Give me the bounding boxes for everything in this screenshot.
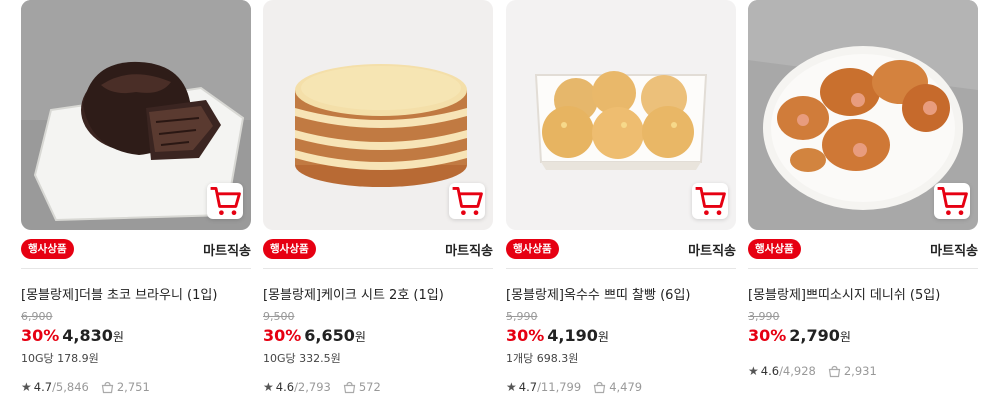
product-name[interactable]: [몽블랑제]더블 초코 브라우니 (1입) (21, 284, 251, 303)
cart-icon (210, 186, 241, 216)
product-card[interactable]: 행사상품 마트직송 [몽블랑제]옥수수 쁘띠 찰빵 (6입) 5,990 30%… (506, 0, 736, 417)
purchase-count: 572 (358, 380, 381, 394)
original-price: 9,500 (263, 310, 295, 323)
star-icon: ★ (506, 380, 517, 394)
price-row: 30% 2,790원 (748, 326, 851, 345)
discount-rate: 30% (263, 326, 302, 345)
currency-unit: 원 (597, 330, 609, 344)
badge-row: 행사상품 마트직송 (748, 237, 978, 263)
event-badge: 행사상품 (263, 239, 316, 259)
purchase-count: 2,931 (843, 364, 877, 378)
badge-row: 행사상품 마트직송 (21, 237, 251, 263)
delivery-label: 마트직송 (688, 244, 736, 259)
event-badge: 행사상품 (748, 239, 801, 259)
add-to-cart-button[interactable] (449, 183, 485, 219)
product-name[interactable]: [몽블랑제]케이크 시트 2호 (1입) (263, 284, 493, 303)
cart-icon (695, 186, 726, 216)
badge-row: 행사상품 마트직송 (263, 237, 493, 263)
discount-rate: 30% (748, 326, 787, 345)
star-icon: ★ (748, 364, 759, 378)
purchase-count: 4,479 (609, 380, 643, 394)
purchase-count-icon (101, 381, 114, 393)
product-stats: ★ 4.7 /5,846 2,751 (21, 380, 150, 394)
cart-icon (452, 186, 483, 216)
product-image-sausage-danish[interactable] (748, 0, 978, 230)
product-name[interactable]: [몽블랑제]쁘띠소시지 데니쉬 (5입) (748, 284, 978, 303)
purchase-count-icon (828, 365, 841, 377)
unit-price: 10G당 178.9원 (21, 352, 99, 365)
sale-price: 2,790 (789, 326, 840, 345)
rating-value: 4.7 (33, 380, 53, 394)
event-badge: 행사상품 (21, 239, 74, 259)
divider (748, 268, 978, 269)
badge-row: 행사상품 마트직송 (506, 237, 736, 263)
product-card[interactable]: 행사상품 마트직송 [몽블랑제]쁘띠소시지 데니쉬 (5입) 3,990 30%… (748, 0, 978, 417)
currency-unit: 원 (112, 330, 124, 344)
divider (263, 268, 493, 269)
purchase-count: 2,751 (116, 380, 150, 394)
unit-price: 10G당 332.5원 (263, 352, 341, 365)
divider (21, 268, 251, 269)
add-to-cart-button[interactable] (207, 183, 243, 219)
review-count: /2,793 (294, 380, 331, 394)
product-image-brownie[interactable] (21, 0, 251, 230)
product-card[interactable]: 행사상품 마트직송 [몽블랑제]케이크 시트 2호 (1입) 9,500 30%… (263, 0, 493, 417)
purchase-count-icon (343, 381, 356, 393)
sale-price: 4,830 (62, 326, 113, 345)
delivery-label: 마트직송 (203, 244, 251, 259)
delivery-label: 마트직송 (445, 244, 493, 259)
currency-unit: 원 (354, 330, 366, 344)
divider (506, 268, 736, 269)
product-stats: ★ 4.6 /2,793 572 (263, 380, 381, 394)
sale-price: 6,650 (304, 326, 355, 345)
purchase-count-icon (593, 381, 606, 393)
price-row: 30% 4,190원 (506, 326, 609, 345)
rating-value: 4.6 (760, 364, 780, 378)
original-price: 3,990 (748, 310, 780, 323)
original-price: 5,990 (506, 310, 538, 323)
price-row: 30% 6,650원 (263, 326, 366, 345)
original-price: 6,900 (21, 310, 53, 323)
review-count: /11,799 (537, 380, 582, 394)
delivery-label: 마트직송 (930, 244, 978, 259)
add-to-cart-button[interactable] (692, 183, 728, 219)
rating-value: 4.7 (518, 380, 538, 394)
product-stats: ★ 4.6 /4,928 2,931 (748, 364, 877, 378)
review-count: /5,846 (52, 380, 89, 394)
discount-rate: 30% (506, 326, 545, 345)
product-image-cake-sheet[interactable] (263, 0, 493, 230)
add-to-cart-button[interactable] (934, 183, 970, 219)
product-grid: 행사상품 마트직송 [몽블랑제]더블 초코 브라우니 (1입) 6,900 30… (0, 0, 981, 417)
event-badge: 행사상품 (506, 239, 559, 259)
product-image-corn-bread[interactable] (506, 0, 736, 230)
product-name[interactable]: [몽블랑제]옥수수 쁘띠 찰빵 (6입) (506, 284, 736, 303)
product-card[interactable]: 행사상품 마트직송 [몽블랑제]더블 초코 브라우니 (1입) 6,900 30… (21, 0, 251, 417)
currency-unit: 원 (839, 330, 851, 344)
product-stats: ★ 4.7 /11,799 4,479 (506, 380, 642, 394)
cart-icon (937, 186, 968, 216)
discount-rate: 30% (21, 326, 60, 345)
star-icon: ★ (263, 380, 274, 394)
unit-price: 1개당 698.3원 (506, 352, 579, 365)
price-row: 30% 4,830원 (21, 326, 124, 345)
rating-value: 4.6 (275, 380, 295, 394)
review-count: /4,928 (779, 364, 816, 378)
star-icon: ★ (21, 380, 32, 394)
sale-price: 4,190 (547, 326, 598, 345)
